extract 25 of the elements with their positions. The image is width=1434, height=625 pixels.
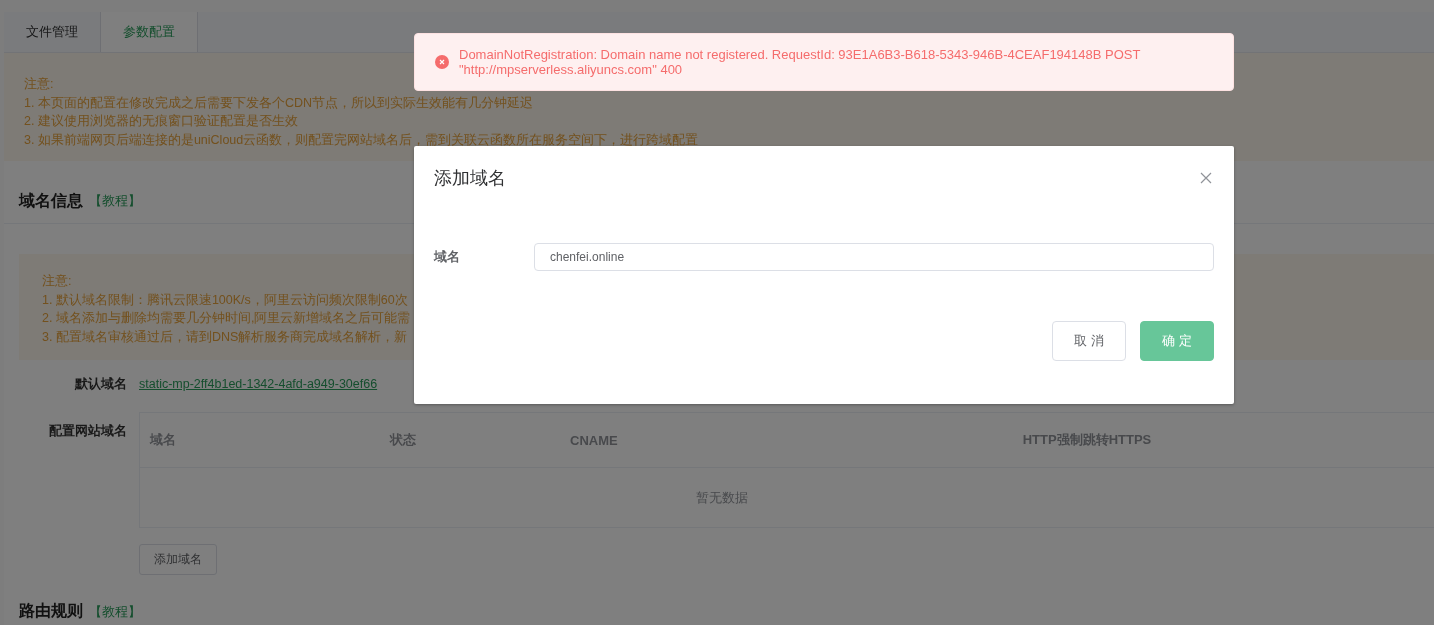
notice-text: 2. 建议使用浏览器的无痕窗口验证配置是否生效 [24,113,298,130]
notice-title: 注意: [24,76,54,93]
notice-text: 1. 默认域名限制：腾讯云限速100K/s，阿里云访问频次限制60次 [42,291,408,309]
field-label: 默认域名 [73,375,128,393]
field-label: 域名 [434,248,461,266]
notice-text: 2. 域名添加与删除均需要几分钟时间,阿里云新增域名之后可能需 [42,310,411,327]
cancel-button[interactable]: 取 消 [1052,321,1126,361]
tutorial-link[interactable]: 【教程】 [89,602,141,621]
tutorial-link[interactable]: 【教程】 [89,192,141,210]
error-icon [435,55,449,69]
notice-text: 1. 本页面的配置在修改完成之后需要下发各个CDN节点，所以到实际生效能有几分钟延迟 [24,94,533,112]
notice-text: 3. 如果前端网页后端连接的是uniCloud云函数，则配置完网站域名后，需到关联云函数所在服务空间下，进行跨域配置 [24,131,699,149]
section-title: 路由规则 [19,601,83,621]
toast-message: DomainNotRegistration: Domain name not registered. RequestId: 93E1A6B3-B618-5343-946B-4CEAF194148B POST "http://mpserverless.aliyuncs.com" 400 [459,47,1142,77]
field-label: 配置网站域名 [48,422,128,440]
domain-input[interactable]: chenfei.online [534,243,1214,271]
domain-link[interactable]: static-mp-2ff4b1ed-1342-4afd-a949-30ef66 [139,377,378,391]
close-icon[interactable] [1200,172,1212,184]
tab[interactable]: 参数配置 [101,12,198,52]
notice-text: 3. 配置域名审核通过后，请到DNS解析服务商完成域名解析，新 [42,328,408,346]
section-title: 域名信息 [19,190,83,211]
add-domain-button[interactable]: 添加域名 [139,544,217,575]
notice-title: 注意: [42,273,72,290]
confirm-button[interactable]: 确 定 [1140,321,1214,361]
dialog-title: 添加域名 [434,167,506,190]
